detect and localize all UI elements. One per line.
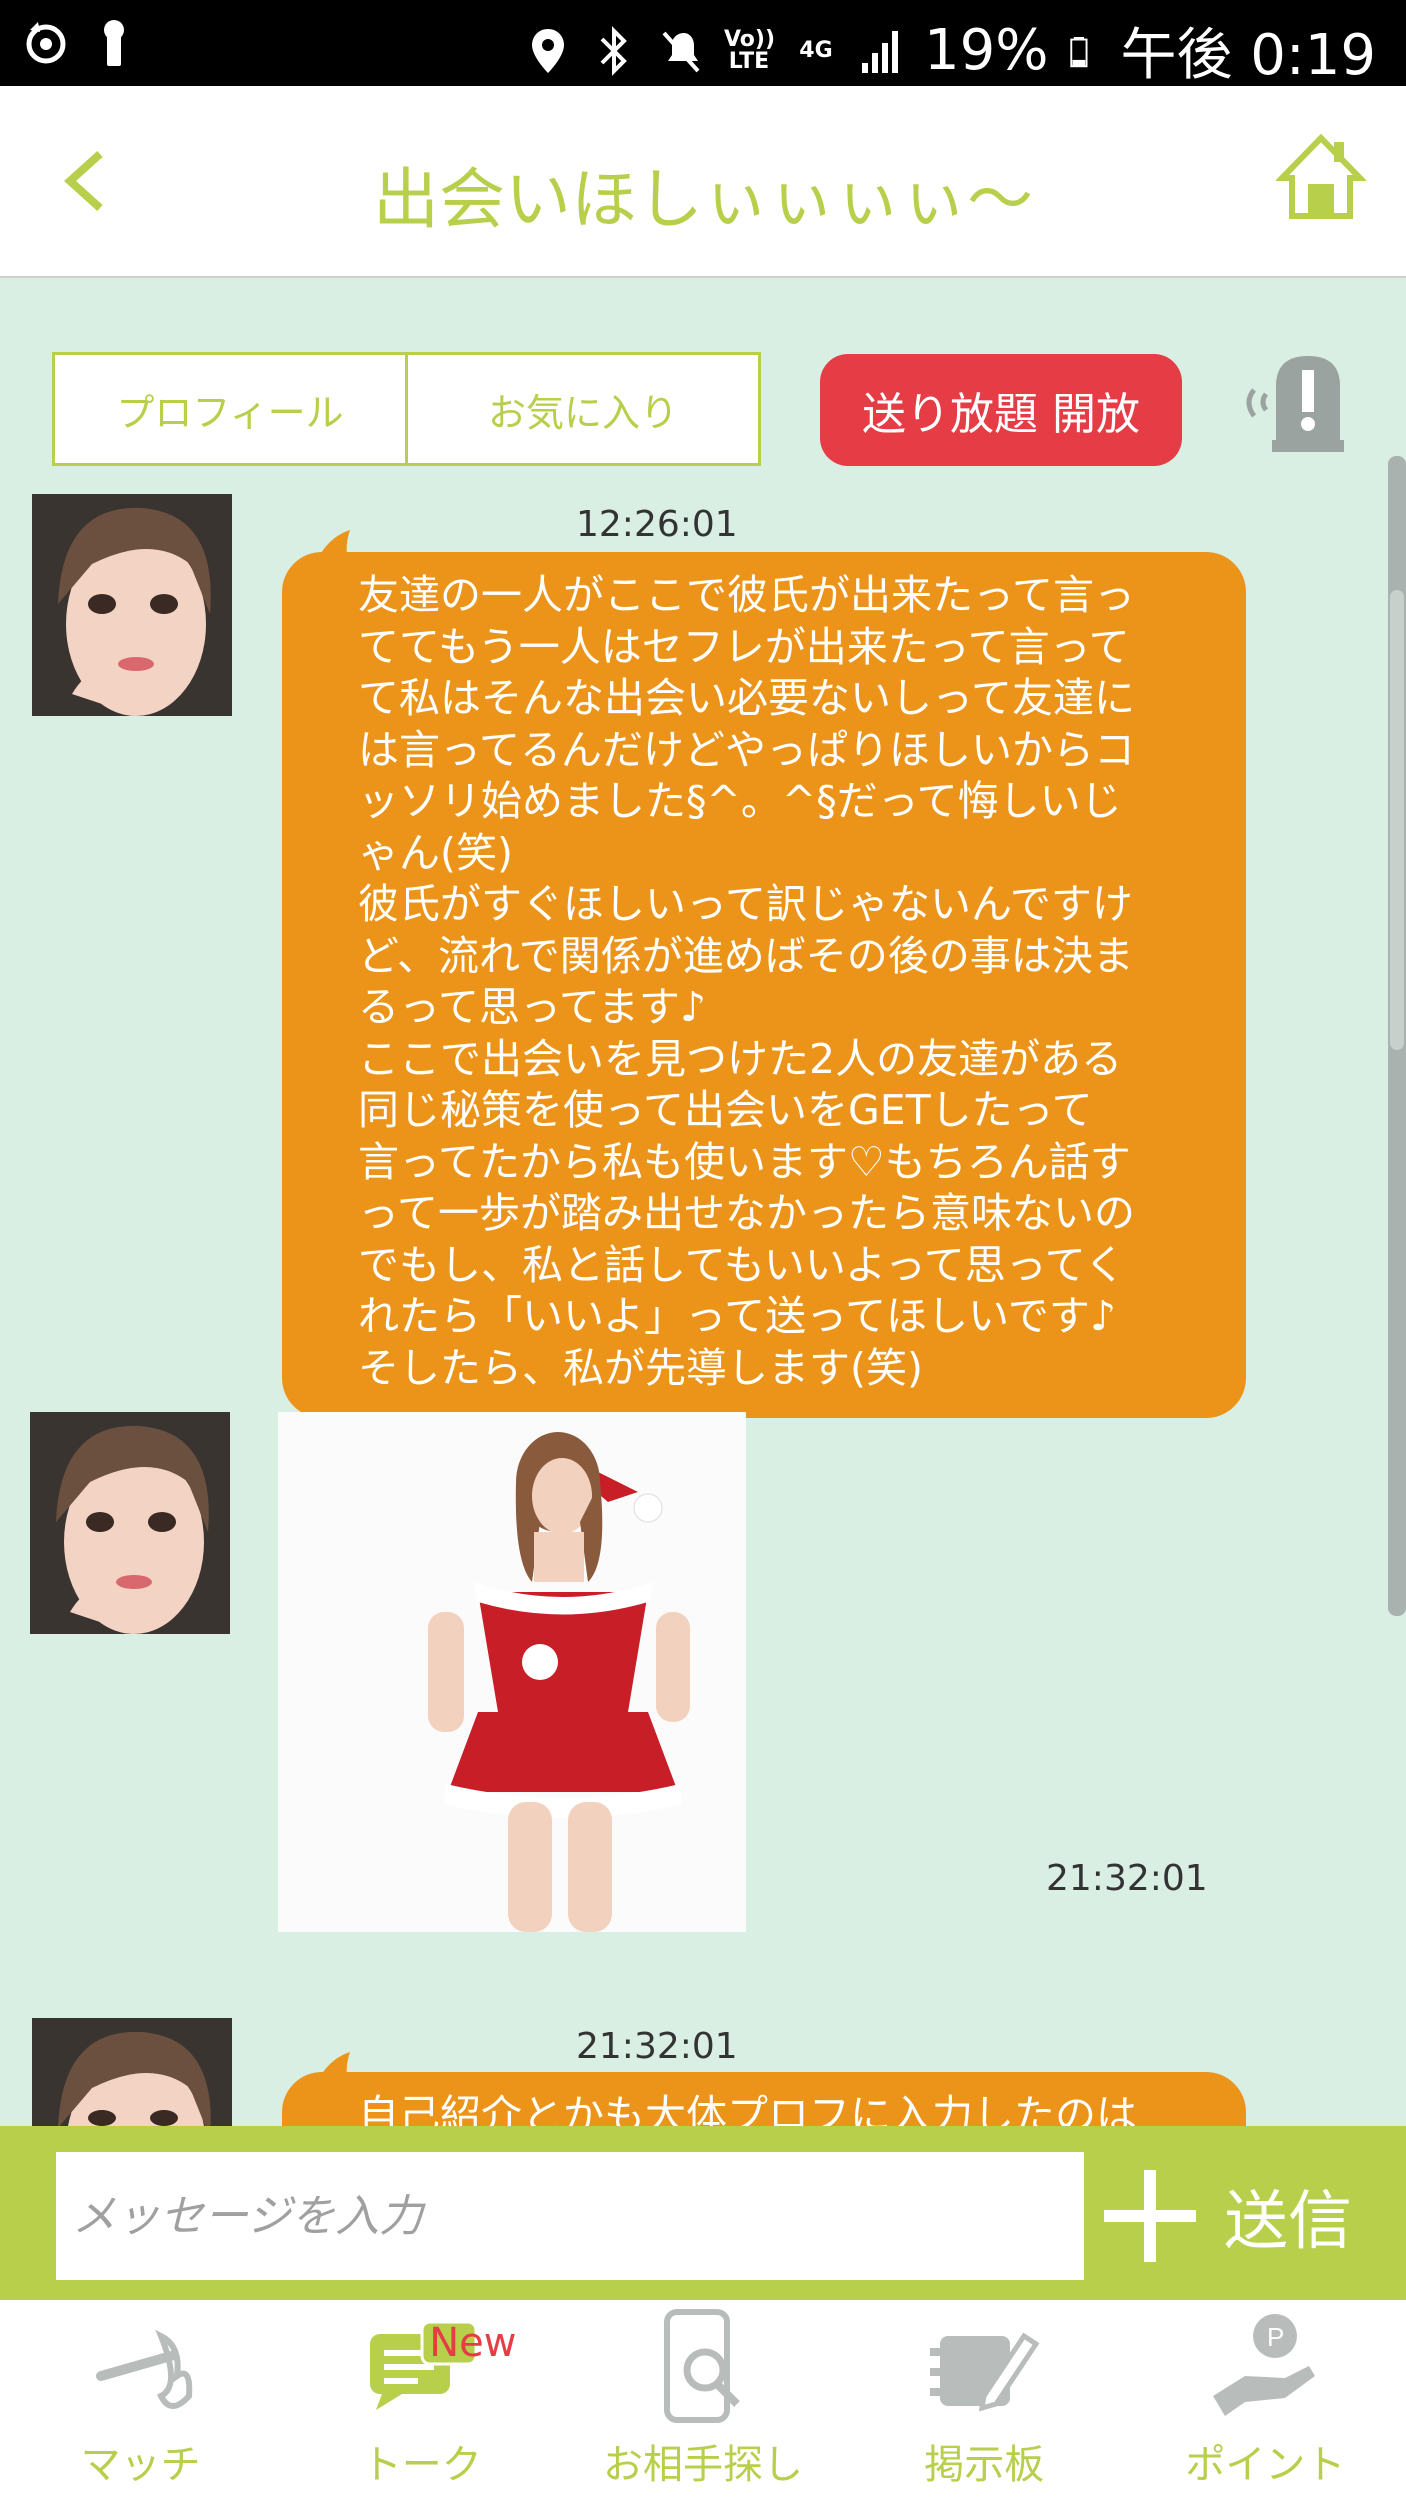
battery-icon — [1070, 36, 1088, 67]
bottom-nav: マッチ New トーク お相手探し 掲示板 P ポイント — [0, 2300, 1406, 2500]
match-icon — [95, 2329, 192, 2409]
volte-indicator: Vo)) LTE — [723, 26, 776, 74]
message-timestamp: 21:32:01 — [1046, 1858, 1208, 1899]
avatar[interactable] — [30, 1412, 230, 1634]
nav-label: ポイント — [1185, 2442, 1346, 2488]
nav-item-search-partner[interactable]: お相手探し — [562, 2300, 843, 2500]
nav-label: お相手探し — [603, 2442, 803, 2488]
network-indicator: 4G — [799, 37, 833, 63]
home-icon[interactable] — [1276, 132, 1366, 222]
bluetooth-icon — [600, 25, 627, 76]
clock: 午後 0:19 — [1120, 23, 1376, 88]
nav-label: マッチ — [80, 2442, 201, 2488]
message-photo[interactable] — [278, 1412, 746, 1932]
message-timestamp: 12:26:01 — [576, 504, 738, 545]
message-timestamp: 21:32:01 — [576, 2026, 738, 2067]
battery-percent: 19% — [923, 18, 1049, 83]
scrollbar-thumb[interactable] — [1390, 590, 1404, 1050]
keyhole-icon — [104, 20, 124, 66]
nav-item-board[interactable]: 掲示板 — [844, 2300, 1125, 2500]
report-alarm-icon[interactable] — [1232, 350, 1352, 454]
nav-item-point[interactable]: P ポイント — [1125, 2300, 1406, 2500]
avatar[interactable] — [32, 2018, 232, 2126]
message-input[interactable] — [56, 2152, 1084, 2280]
board-icon — [930, 2332, 1040, 2412]
unlimited-send-button[interactable]: 送り放題 開放 — [820, 354, 1182, 466]
mute-icon — [662, 31, 700, 72]
new-badge: New — [429, 2320, 517, 2366]
search-partner-icon — [664, 2309, 740, 2423]
message-input-bar: 送信 — [0, 2126, 1406, 2300]
header: 出会いほしぃぃぃぃ〜 — [0, 86, 1406, 278]
avatar[interactable] — [32, 494, 232, 716]
nav-label: 掲示板 — [924, 2442, 1045, 2488]
nav-item-talk[interactable]: New トーク — [281, 2300, 562, 2500]
message-bubble[interactable]: 友達の一人がここで彼氏が出来たって言っ ててもう一人はセフレが出来たって言って … — [282, 552, 1246, 1418]
page-title: 出会いほしぃぃぃぃ〜 — [373, 161, 1033, 238]
message-bubble[interactable]: 自己紹介とかも大体プロフに入力したのは — [282, 2072, 1246, 2126]
profile-button[interactable]: プロフィール — [52, 352, 408, 466]
nav-label: トーク — [361, 2442, 482, 2488]
send-button[interactable]: 送信 — [1100, 2152, 1390, 2280]
signal-icon — [861, 30, 898, 73]
plus-icon — [1104, 2170, 1196, 2262]
location-icon — [531, 28, 564, 73]
svg-text:P: P — [1267, 2322, 1284, 2352]
send-label: 送信 — [1224, 2185, 1352, 2259]
status-bar: Vo)) LTE 4G 19% 午後 0:19 — [0, 0, 1406, 88]
message-clip: 自己紹介とかも大体プロフに入力したのは — [282, 2072, 1246, 2126]
favorite-button[interactable]: お気に入り — [405, 352, 761, 466]
point-icon: P — [1213, 2314, 1316, 2416]
nav-item-match[interactable]: マッチ — [0, 2300, 281, 2500]
sync-icon — [26, 22, 66, 64]
